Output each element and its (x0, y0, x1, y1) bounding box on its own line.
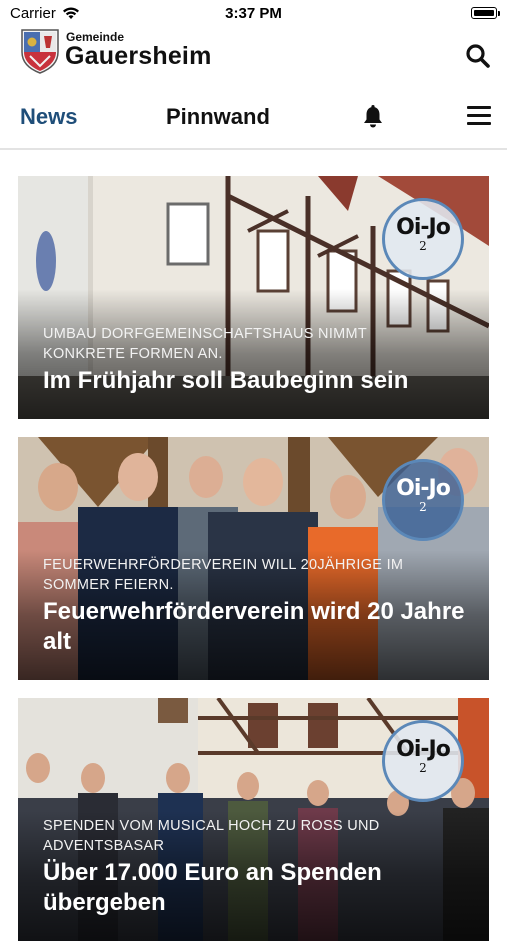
status-bar: Carrier 3:37 PM (0, 0, 507, 28)
bell-icon[interactable] (360, 104, 386, 130)
badge-number: 2 (419, 761, 427, 775)
badge-number: 2 (419, 500, 427, 514)
battery-icon (471, 7, 500, 19)
badge-number: 2 (419, 239, 427, 253)
article-kicker: SPENDEN VOM MUSICAL HOCH ZU ROSS UND ADV… (43, 818, 380, 854)
brand-header[interactable]: Gemeinde Gauersheim (20, 28, 320, 76)
header-divider (0, 148, 507, 150)
news-card[interactable]: Oi-Jo 2 UMBAU DORFGEMEINSCHAFTSHAUS NIMM… (18, 176, 489, 419)
brand-title: Gauersheim (65, 42, 212, 70)
nav-bar: News Pinnwand (0, 96, 507, 146)
article-headline[interactable]: Über 17.000 Euro an Spenden übergeben (43, 858, 473, 918)
tab-pinnwand[interactable]: Pinnwand (166, 104, 270, 130)
badge-title: Oi-Jo (396, 476, 451, 501)
tab-news[interactable]: News (20, 104, 77, 130)
municipal-crest-logo (21, 29, 59, 74)
article-kicker: UMBAU DORFGEMEINSCHAFTSHAUS NIMMT KONKRE… (43, 326, 367, 362)
article-headline[interactable]: Feuerwehrförderverein wird 20 Jahre alt (43, 597, 473, 657)
article-headline[interactable]: Im Frühjahr soll Baubeginn sein (43, 366, 473, 396)
clock: 3:37 PM (225, 5, 282, 22)
article-kicker: FEUERWEHRFÖRDERVEREIN WILL 20JÄHRIGE IM … (43, 557, 404, 593)
oi-jo-badge: Oi-Jo 2 (382, 720, 464, 802)
news-card[interactable]: Oi-Jo 2 SPENDEN VOM MUSICAL HOCH ZU ROSS… (18, 698, 489, 941)
search-icon[interactable] (463, 41, 493, 71)
badge-title: Oi-Jo (396, 215, 451, 240)
badge-title: Oi-Jo (396, 737, 451, 762)
hamburger-menu-icon[interactable] (467, 106, 491, 128)
news-card[interactable]: Oi-Jo 2 FEUERWEHRFÖRDERVEREIN WILL 20JÄH… (18, 437, 489, 680)
oi-jo-badge: Oi-Jo 2 (382, 198, 464, 280)
oi-jo-badge: Oi-Jo 2 (382, 459, 464, 541)
